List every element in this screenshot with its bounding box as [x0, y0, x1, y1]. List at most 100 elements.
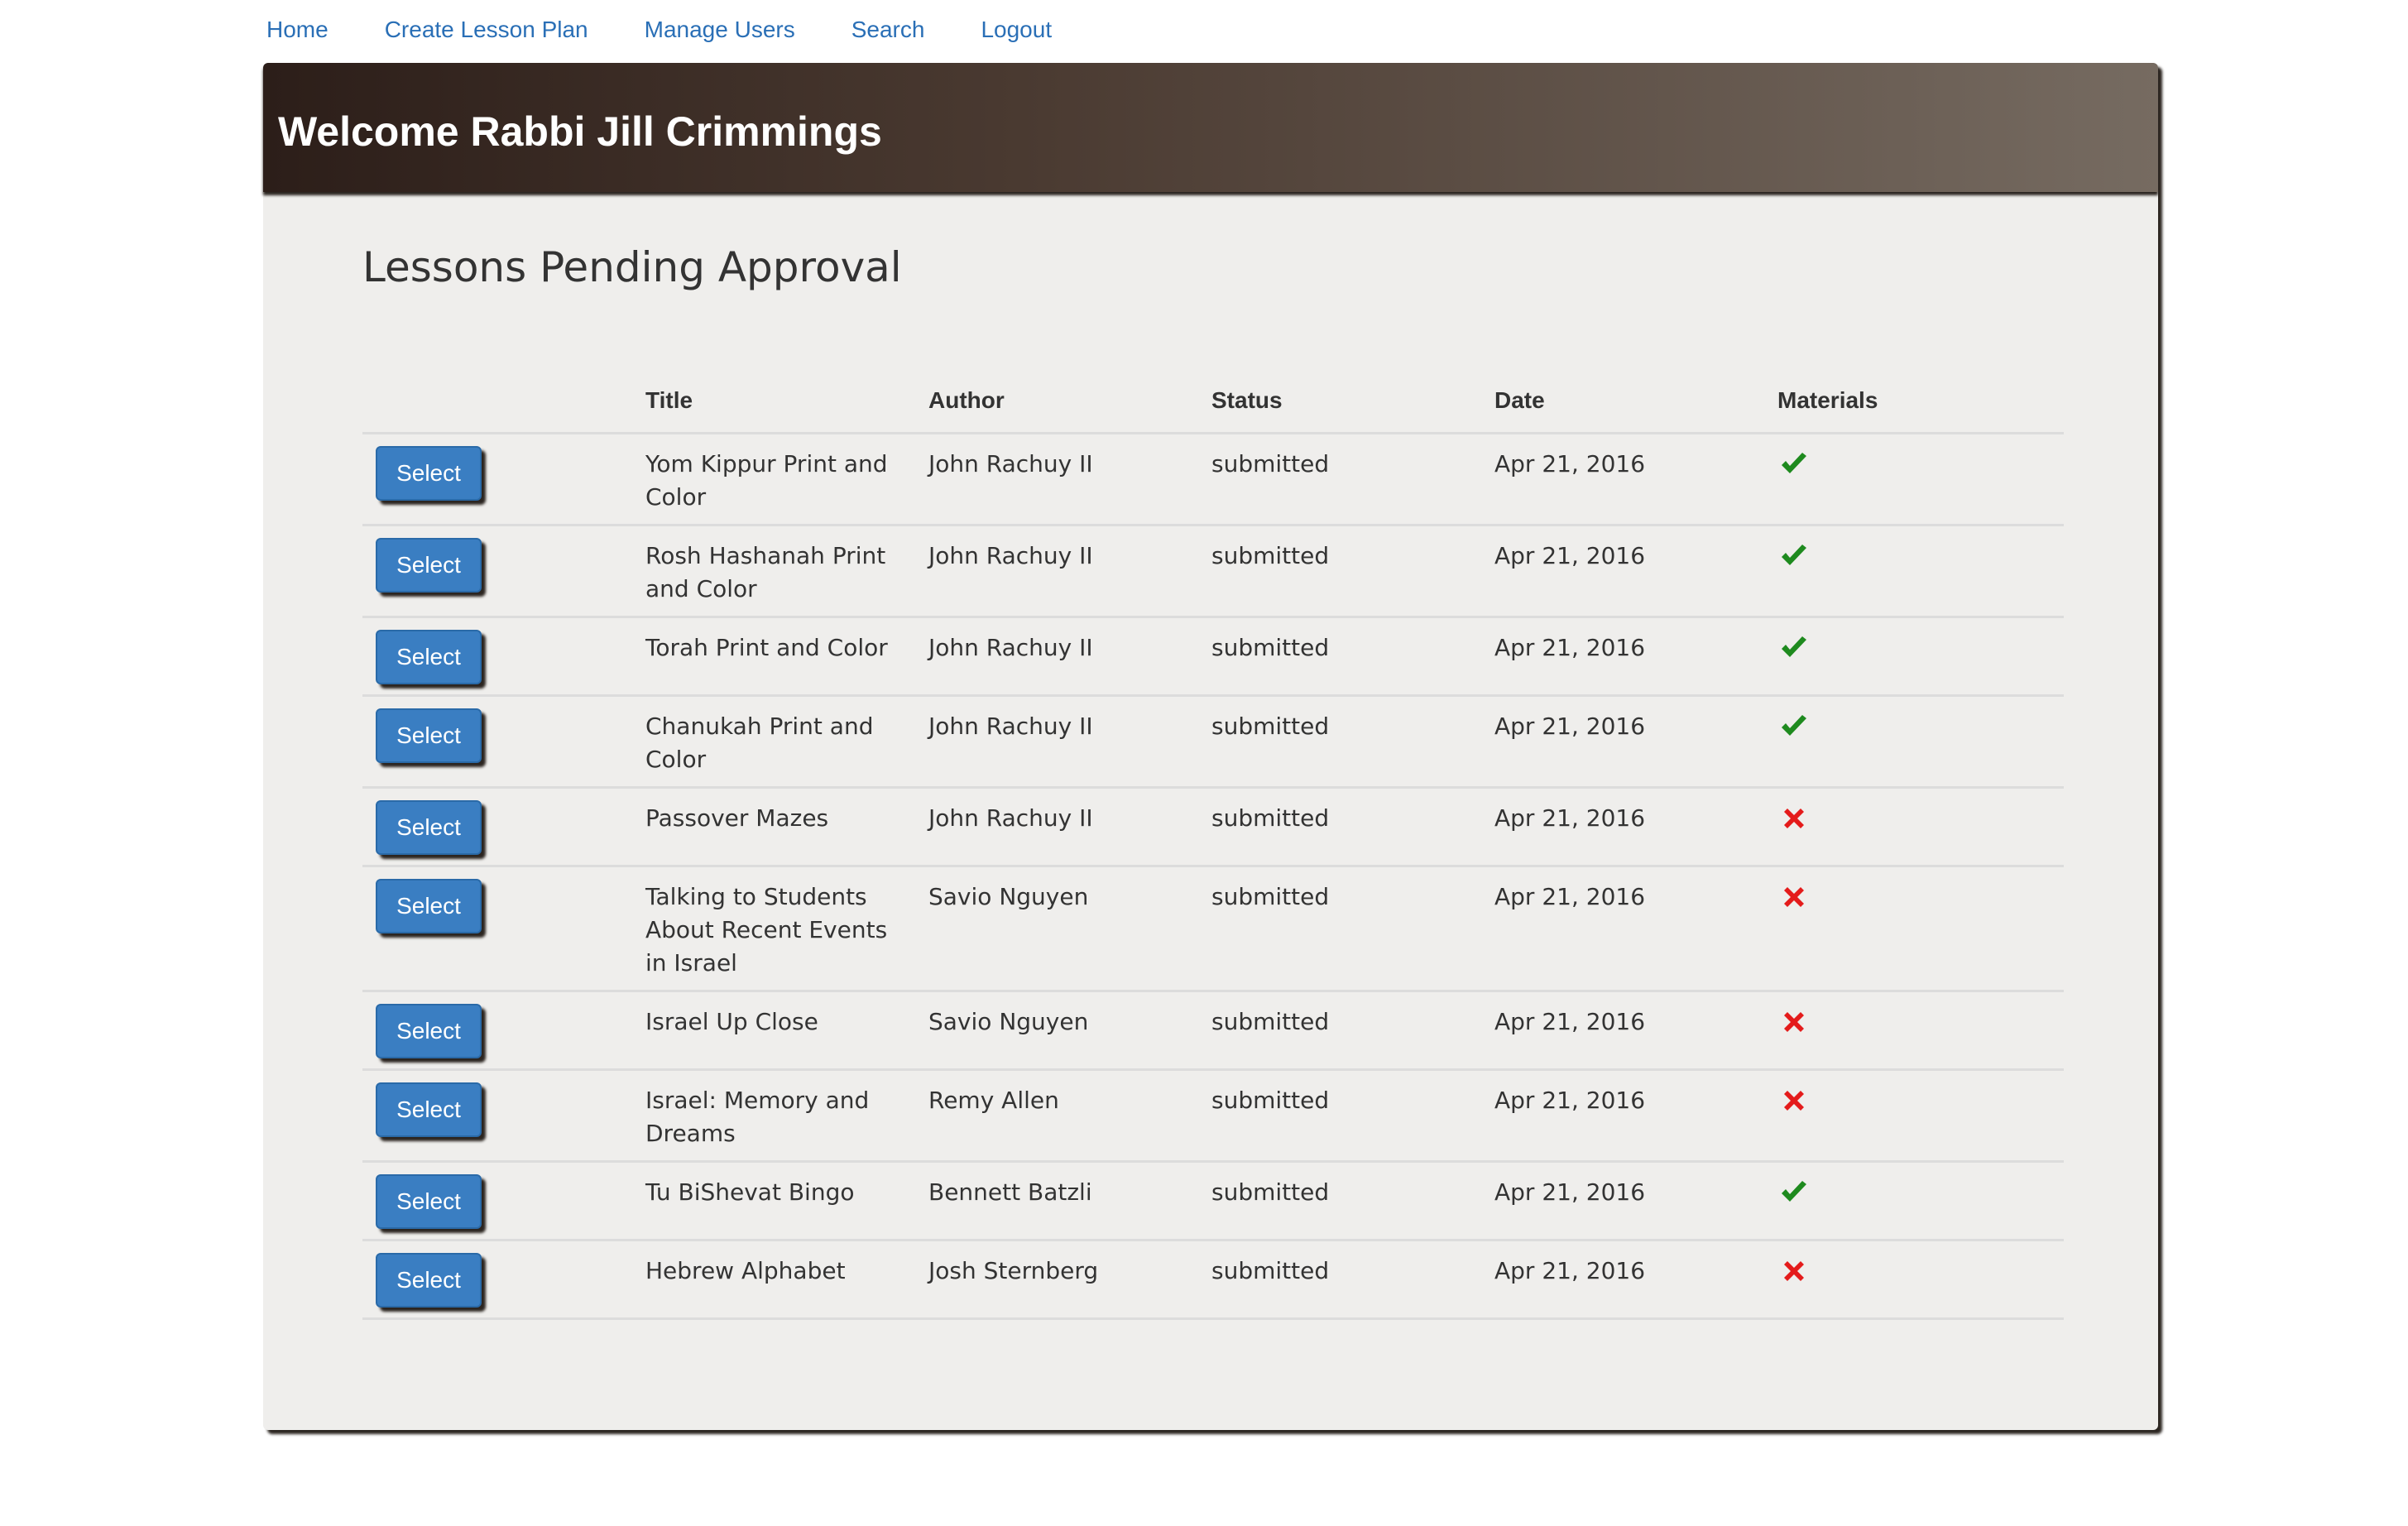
check-icon: [1777, 631, 1811, 665]
date-cell: Apr 21, 2016: [1494, 991, 1777, 1071]
nav-logout-link[interactable]: Logout: [981, 17, 1052, 43]
status-cell: submitted: [1211, 617, 1494, 697]
lesson-title-cell: Talking to Students About Recent Events …: [645, 866, 928, 992]
date-cell: Apr 21, 2016: [1494, 1069, 1777, 1163]
table-row: Select Israel Up Close Savio Nguyen submitt…: [362, 991, 2064, 1071]
table-row: Select Yom Kippur Print and Color John Rac…: [362, 433, 2064, 526]
section-title: Lessons Pending Approval: [362, 243, 902, 291]
author-cell: Savio Nguyen: [928, 866, 1211, 992]
cross-icon: [1777, 1005, 1811, 1039]
select-cell: Select: [362, 1240, 645, 1320]
lesson-title-cell: Israel: Memory and Dreams: [645, 1069, 928, 1163]
select-button[interactable]: Select: [376, 1253, 482, 1308]
select-cell: Select: [362, 617, 645, 697]
cross-icon: [1777, 1255, 1811, 1288]
header-title: Title: [645, 369, 928, 434]
lesson-title-cell: Rosh Hashanah Print and Color: [645, 525, 928, 618]
lessons-table: Title Author Status Date Materials Selec…: [362, 369, 2064, 1320]
nav-create-lesson-plan-link[interactable]: Create Lesson Plan: [385, 17, 588, 43]
cross-icon: [1777, 881, 1811, 914]
date-cell: Apr 21, 2016: [1494, 617, 1777, 697]
date-cell: Apr 21, 2016: [1494, 866, 1777, 992]
cross-icon: [1777, 802, 1811, 835]
status-cell: submitted: [1211, 991, 1494, 1071]
materials-cell: [1777, 1069, 2064, 1163]
nav-search-link[interactable]: Search: [851, 17, 925, 43]
materials-cell: [1777, 1161, 2064, 1241]
lesson-title-cell: Tu BiShevat Bingo: [645, 1161, 928, 1241]
select-button[interactable]: Select: [376, 630, 482, 684]
header-select: [362, 369, 645, 434]
select-button[interactable]: Select: [376, 879, 482, 933]
select-button[interactable]: Select: [376, 708, 482, 763]
materials-cell: [1777, 866, 2064, 992]
select-button[interactable]: Select: [376, 446, 482, 501]
author-cell: John Rachuy II: [928, 695, 1211, 789]
table-row: Select Tu BiShevat Bingo Bennett Batzli sub…: [362, 1161, 2064, 1241]
table-header-row: Title Author Status Date Materials: [362, 369, 2064, 434]
top-nav: Home Create Lesson Plan Manage Users Sea…: [266, 0, 1108, 60]
select-cell: Select: [362, 991, 645, 1071]
lesson-title-cell: Israel Up Close: [645, 991, 928, 1071]
author-cell: John Rachuy II: [928, 617, 1211, 697]
select-cell: Select: [362, 1161, 645, 1241]
select-button[interactable]: Select: [376, 1082, 482, 1137]
author-cell: Josh Sternberg: [928, 1240, 1211, 1320]
status-cell: submitted: [1211, 787, 1494, 867]
materials-cell: [1777, 1240, 2064, 1320]
header-status: Status: [1211, 369, 1494, 434]
header-date: Date: [1494, 369, 1777, 434]
check-icon: [1777, 448, 1811, 481]
table-row: Select Torah Print and Color John Rachuy I…: [362, 617, 2064, 697]
author-cell: John Rachuy II: [928, 433, 1211, 526]
select-cell: Select: [362, 787, 645, 867]
status-cell: submitted: [1211, 1161, 1494, 1241]
table-row: Select Talking to Students About Recent E…: [362, 866, 2064, 992]
table-row: Select Passover Mazes John Rachuy II submit…: [362, 787, 2064, 867]
table-row: Select Chanukah Print and Color John Rachu…: [362, 695, 2064, 789]
select-cell: Select: [362, 525, 645, 618]
author-cell: Bennett Batzli: [928, 1161, 1211, 1241]
date-cell: Apr 21, 2016: [1494, 695, 1777, 789]
main-card: Welcome Rabbi Jill Crimmings Lessons Pen…: [263, 63, 2158, 1430]
nav-manage-users-link[interactable]: Manage Users: [645, 17, 795, 43]
lesson-title-cell: Torah Print and Color: [645, 617, 928, 697]
table-row: Select Israel: Memory and Dreams Remy Alle…: [362, 1069, 2064, 1163]
check-icon: [1777, 540, 1811, 573]
status-cell: submitted: [1211, 433, 1494, 526]
select-cell: Select: [362, 1069, 645, 1163]
select-button[interactable]: Select: [376, 800, 482, 855]
date-cell: Apr 21, 2016: [1494, 525, 1777, 618]
select-button[interactable]: Select: [376, 1174, 482, 1229]
header-materials: Materials: [1777, 369, 2064, 434]
lesson-title-cell: Passover Mazes: [645, 787, 928, 867]
table-row: Select Rosh Hashanah Print and Color John …: [362, 525, 2064, 618]
materials-cell: [1777, 695, 2064, 789]
select-cell: Select: [362, 866, 645, 992]
materials-cell: [1777, 617, 2064, 697]
author-cell: John Rachuy II: [928, 525, 1211, 618]
date-cell: Apr 21, 2016: [1494, 1240, 1777, 1320]
select-cell: Select: [362, 433, 645, 526]
check-icon: [1777, 710, 1811, 743]
materials-cell: [1777, 433, 2064, 526]
select-button[interactable]: Select: [376, 538, 482, 593]
status-cell: submitted: [1211, 1069, 1494, 1163]
check-icon: [1777, 1176, 1811, 1209]
lesson-title-cell: Chanukah Print and Color: [645, 695, 928, 789]
status-cell: submitted: [1211, 866, 1494, 992]
materials-cell: [1777, 991, 2064, 1071]
header-author: Author: [928, 369, 1211, 434]
cross-icon: [1777, 1084, 1811, 1117]
date-cell: Apr 21, 2016: [1494, 1161, 1777, 1241]
author-cell: John Rachuy II: [928, 787, 1211, 867]
author-cell: Savio Nguyen: [928, 991, 1211, 1071]
nav-home-link[interactable]: Home: [266, 17, 329, 43]
status-cell: submitted: [1211, 695, 1494, 789]
select-cell: Select: [362, 695, 645, 789]
lesson-title-cell: Hebrew Alphabet: [645, 1240, 928, 1320]
status-cell: submitted: [1211, 1240, 1494, 1320]
select-button[interactable]: Select: [376, 1004, 482, 1058]
date-cell: Apr 21, 2016: [1494, 787, 1777, 867]
materials-cell: [1777, 525, 2064, 618]
